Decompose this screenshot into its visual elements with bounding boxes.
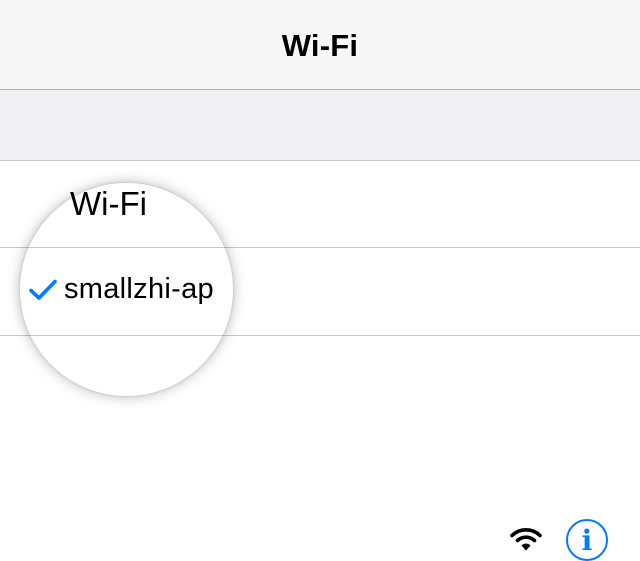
row-divider (20, 247, 233, 248)
network-name-label: smallzhi-ap (64, 273, 214, 305)
network-info-button[interactable]: i (566, 519, 608, 561)
page-title: Wi-Fi (281, 27, 359, 63)
info-icon: i (581, 523, 593, 557)
section-spacer (0, 90, 640, 161)
wifi-toggle-label: Wi-Fi (70, 185, 147, 222)
row-divider (20, 335, 233, 336)
navigation-bar: Wi-Fi (0, 0, 640, 90)
checkmark-icon (29, 279, 57, 300)
wifi-signal-icon (510, 528, 542, 551)
